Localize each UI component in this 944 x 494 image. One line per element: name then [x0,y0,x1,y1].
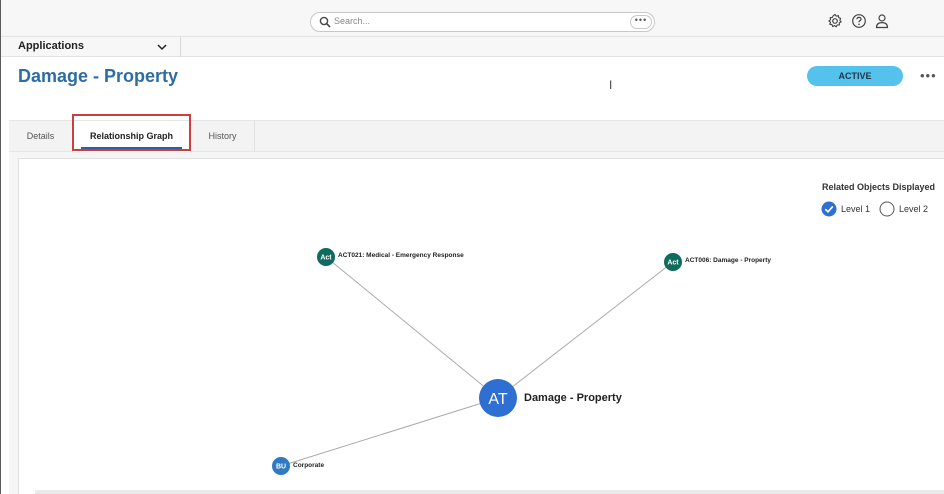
node-corporate-label: Corporate [293,462,325,469]
node-corporate[interactable]: BU [272,457,290,475]
edge-act006 [497,261,674,399]
node-center-badge: AT [488,391,507,408]
node-center-label: Damage - Property [524,392,622,404]
relationship-graph: Act Act BU AT [272,248,682,475]
node-act021-badge: Act [320,255,332,262]
edge-corporate [280,397,499,467]
node-act021[interactable]: Act [317,248,335,266]
node-corporate-badge: BU [276,464,286,471]
node-act006-badge: Act [667,260,679,267]
node-act006-label: ACT006: Damage - Property [685,257,771,264]
node-center[interactable]: AT [479,379,517,417]
node-act021-label: ACT021: Medical - Emergency Response [338,252,464,259]
edge-act021 [325,256,499,399]
app-window: Search... ••• Applications Damage - Prop… [0,0,944,494]
node-act006[interactable]: Act [664,253,682,271]
